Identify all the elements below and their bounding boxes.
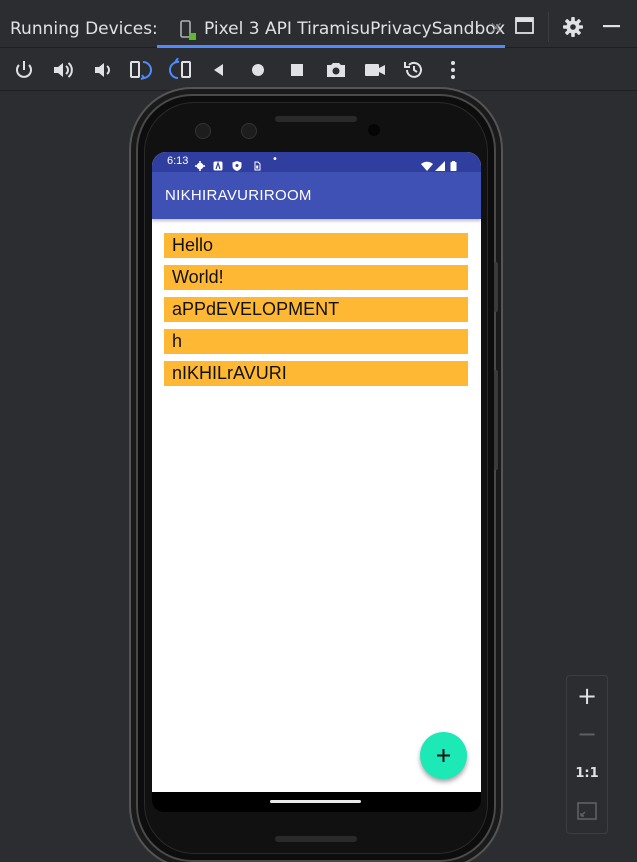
status-time: 6:13 <box>167 155 189 167</box>
zoom-controls: + − 1:1 <box>566 675 608 834</box>
wifi-icon <box>421 156 433 171</box>
more-icon[interactable] <box>441 58 465 82</box>
device-screen[interactable]: 6:13 • NIKHIRAVURIROOM Hello World! aPPd… <box>152 152 481 792</box>
bottom-speaker <box>275 836 357 842</box>
list-item[interactable]: nIKHILrAVURI <box>164 361 468 386</box>
app-bar: NIKHIRAVURIROOM <box>152 172 481 219</box>
power-icon[interactable] <box>12 58 36 82</box>
screenshot-icon[interactable] <box>324 58 348 82</box>
status-bar: 6:13 • <box>152 152 481 172</box>
close-tab-icon[interactable]: × <box>489 18 503 38</box>
add-fab-button[interactable] <box>420 732 467 779</box>
device-phone-icon <box>179 20 199 42</box>
minimize-icon[interactable] <box>601 16 627 40</box>
shield-icon <box>232 156 242 171</box>
zoom-in-button[interactable]: + <box>567 678 607 714</box>
emulator-toolbar <box>0 49 637 91</box>
cellular-signal-icon <box>435 156 445 171</box>
sim-card-icon <box>252 156 262 171</box>
zoom-out-button[interactable]: − <box>567 716 607 752</box>
earpiece-speaker <box>275 116 357 122</box>
rotate-right-icon[interactable] <box>168 58 192 82</box>
volume-down-icon[interactable] <box>90 58 114 82</box>
battery-icon <box>450 156 460 171</box>
settings-gear-icon <box>195 156 205 171</box>
proximity-sensor <box>368 124 380 136</box>
settings-gear-icon[interactable] <box>562 16 588 40</box>
screen-record-icon[interactable] <box>363 58 387 82</box>
notification-dot: • <box>272 154 278 165</box>
device-tab-label: Pixel 3 API TiramisuPrivacySandbox <box>204 19 506 39</box>
list-item[interactable]: h <box>164 329 468 354</box>
actual-size-button[interactable]: 1:1 <box>567 756 607 792</box>
running-devices-header: Running Devices: Pixel 3 API TiramisuPri… <box>0 0 637 48</box>
back-icon[interactable] <box>207 58 231 82</box>
device-tab[interactable]: Pixel 3 API TiramisuPrivacySandbox × <box>157 8 505 48</box>
front-camera-icon <box>241 123 257 139</box>
volume-side-button[interactable] <box>494 262 498 312</box>
plus-icon <box>420 732 467 779</box>
app-title: NIKHIRAVURIROOM <box>165 187 312 204</box>
home-gesture-bar[interactable] <box>270 800 361 803</box>
list-item[interactable]: aPPdEVELOPMENT <box>164 297 468 322</box>
fit-screen-icon[interactable] <box>567 794 607 830</box>
maximize-icon[interactable] <box>514 16 540 40</box>
power-side-button[interactable] <box>494 370 498 470</box>
volume-up-icon[interactable] <box>51 58 75 82</box>
front-camera-icon <box>195 123 211 139</box>
list-item[interactable]: Hello <box>164 233 468 258</box>
list-item[interactable]: World! <box>164 265 468 290</box>
home-icon[interactable] <box>246 58 270 82</box>
rotate-left-icon[interactable] <box>129 58 153 82</box>
overview-icon[interactable] <box>285 58 309 82</box>
accessibility-icon <box>213 156 223 171</box>
snapshot-icon[interactable] <box>402 58 426 82</box>
panel-title: Running Devices: <box>10 19 158 39</box>
divider <box>548 12 549 42</box>
